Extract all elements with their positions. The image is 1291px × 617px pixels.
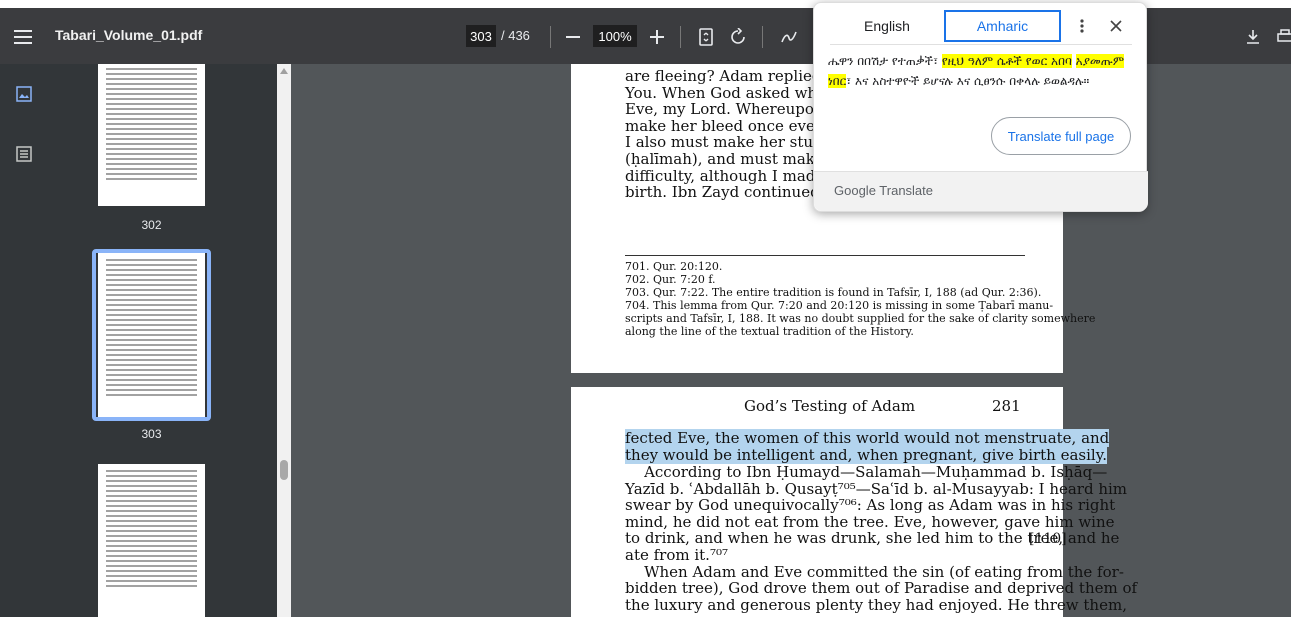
translate-full-page-button[interactable]: Translate full page: [991, 117, 1131, 155]
divider: [680, 26, 681, 48]
page-thumbnail-selected[interactable]: [98, 253, 205, 417]
translated-text[interactable]: ሔዋን በበሽታ የተጠቃች፣ የዚህ ዓለም ሴቶች የወር አበባ አያመጡ…: [828, 51, 1134, 91]
page-thumbnail[interactable]: [98, 464, 205, 617]
text-line: According to Ibn Ḥumayd—Salamah—Muḥammad…: [625, 463, 1108, 481]
outline-view-icon[interactable]: [16, 146, 34, 164]
close-icon[interactable]: [1106, 16, 1126, 36]
thumbnails-view-icon[interactable]: [16, 86, 34, 104]
text-line: along the line of the textual tradition …: [625, 325, 914, 338]
text-line: 704. This lemma from Qur. 7:20 and 20:12…: [625, 299, 1054, 312]
fit-page-icon[interactable]: [693, 24, 719, 50]
text-line: they would be intelligent and, when preg…: [625, 445, 1107, 464]
thumbnail-text: [106, 68, 197, 183]
text-line: scripts and Tafsīr, I, 188. It was no do…: [625, 312, 1096, 325]
google-translate-logo: Google Translate: [834, 183, 934, 198]
text-line: fected Eve, the women of this world woul…: [625, 429, 1110, 447]
zoom-input[interactable]: 100%: [593, 25, 637, 47]
page-number: 281: [992, 397, 1021, 415]
print-icon[interactable]: [1272, 24, 1291, 50]
sidebar-icons: [0, 64, 50, 617]
divider: [762, 26, 763, 48]
annotate-icon[interactable]: [776, 24, 802, 50]
text-line: 702. Qur. 7:20 f.: [625, 273, 716, 286]
text-line: Yazīd b. ʿAbdallāh b. Qusayṭ⁷⁰⁵—Saʿīd b.…: [625, 479, 1128, 498]
thumbnail-text: [106, 259, 197, 399]
menu-icon[interactable]: [10, 24, 36, 50]
text-line: ate from it.⁷⁰⁷: [625, 545, 728, 564]
pdf-viewer-app: Tabari_Volume_01.pdf 303 / 436 100% 302 …: [0, 0, 1291, 617]
thumbnail-label: 303: [141, 427, 162, 441]
text-line: When Adam and Eve committed the sin (of …: [625, 562, 1124, 581]
divider: [550, 26, 551, 48]
text-line: 701. Qur. 20:120.: [625, 260, 723, 273]
text-line: bidden tree), God drove them out of Para…: [625, 579, 1138, 598]
translated-text-part: ፣ እና አስተዋዮች ይሆናሉ እና ሲፀንሱ በቀላሉ ይወልዳሉ።: [846, 74, 1090, 88]
page-total: / 436: [501, 28, 530, 43]
pdf-page: God’s Testing of Adam 281 fected Eve, th…: [571, 387, 1137, 617]
text-line: mind, he did not eat from the tree. Eve,…: [625, 512, 1115, 531]
more-options-icon[interactable]: [1072, 16, 1092, 36]
zoom-in-button[interactable]: [644, 24, 670, 50]
thumbnail-label: 302: [141, 218, 162, 232]
page-number-input[interactable]: 303: [466, 25, 496, 47]
popup-footer: Google Translate: [814, 171, 1148, 211]
thumbnail-sidebar: 302 303: [0, 64, 277, 617]
document-title: Tabari_Volume_01.pdf: [55, 27, 203, 43]
tab-amharic[interactable]: Amharic: [944, 10, 1061, 42]
text-line: the luxury and generous plenty they had …: [625, 595, 1127, 614]
sidebar-scrollbar[interactable]: [277, 64, 291, 617]
translate-popup: English Amharic ሔዋን በበሽታ የተጠቃች፣ የዚህ ዓለም …: [813, 2, 1148, 212]
highlighted-translation: የዚህ ዓለም ሴቶች የወር አበባ: [941, 54, 1072, 68]
divider: [830, 44, 1132, 45]
page-thumbnail[interactable]: [98, 64, 205, 206]
footnote-rule: [625, 255, 1025, 256]
running-title: God’s Testing of Adam: [744, 397, 916, 415]
selected-text[interactable]: fected Eve, the women of this world woul…: [625, 429, 1110, 464]
thumbnail-text: [106, 470, 197, 590]
text-line: swear by God unequivocally⁷⁰⁶: As long a…: [625, 496, 1116, 515]
margin-page-reference: [110]: [1029, 531, 1067, 547]
footnotes: 701. Qur. 20:120. 702. Qur. 7:20 f. 703. Q…: [625, 260, 1095, 338]
rotate-icon[interactable]: [725, 24, 751, 50]
zoom-out-button[interactable]: [560, 24, 586, 50]
sidebar-scrollbar-thumb[interactable]: [280, 460, 288, 480]
download-icon[interactable]: [1240, 24, 1266, 50]
text-line: 703. Qur. 7:22. The entire tradition is …: [625, 286, 1042, 299]
tab-english[interactable]: English: [832, 10, 942, 42]
translated-text-part: ሔዋን በበሽታ የተጠቃች፣: [828, 54, 942, 68]
